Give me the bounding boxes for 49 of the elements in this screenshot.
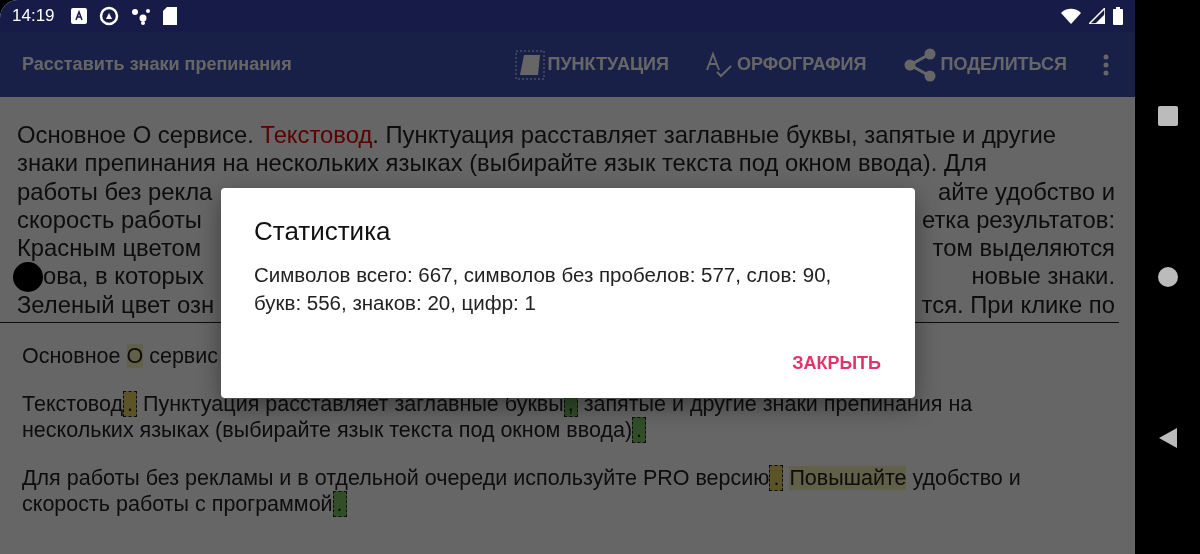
input-text: етка результатов:: [922, 205, 1115, 233]
dots-icon: [130, 7, 151, 25]
dialog-message: Символов всего: 667, символов без пробелов: 577, слов: 90, букв: 556, знаков: 20, цифр: 1: [254, 262, 833, 316]
result-text: запятые и другие знаки препинания на: [583, 392, 973, 416]
result-text: скорость работы с программой: [22, 492, 333, 516]
back-icon[interactable]: [1158, 428, 1177, 448]
sd-card-icon: [162, 7, 177, 25]
result-text: Для работы без рекламы и в отдельной очереди используйте PRO версию: [22, 466, 770, 490]
result-text: Пунктуация расставляет заглавные буквы: [143, 392, 564, 416]
input-text: скорость работы: [17, 205, 202, 235]
input-text: айте удобство и: [938, 177, 1115, 205]
signal-icon: [1089, 8, 1105, 24]
wifi-icon: [1061, 8, 1081, 24]
punctuation-button[interactable]: ПУНКТУАЦИЯ: [515, 49, 669, 80]
result-text: удобство и: [911, 466, 1021, 490]
input-text: Зеленый цвет озн: [17, 290, 215, 320]
input-text: работы без рекла: [17, 177, 213, 206]
input-text: Красным цветом: [17, 234, 202, 263]
status-time: 14:19: [12, 6, 55, 26]
input-text: Основное О сервисе.: [17, 121, 255, 150]
highlight-mark[interactable]: О: [126, 344, 144, 368]
share-button[interactable]: ПОДЕЛИТЬСЯ: [902, 47, 1067, 82]
spellcheck-icon: [704, 49, 735, 80]
error-word: Текстовод: [260, 121, 373, 150]
input-text: том выделяются: [932, 234, 1115, 262]
punctuation-icon: [515, 49, 546, 80]
ring-icon: [98, 6, 119, 26]
result-text: Основное: [22, 344, 122, 368]
dialog-title: Статистика: [254, 216, 391, 247]
input-text: . Пунктуация расставляет заглавные буквы, запятые и другие: [372, 121, 1056, 150]
close-button[interactable]: ЗАКРЫТЬ: [790, 345, 883, 382]
inserted-mark[interactable]: .: [632, 417, 647, 443]
recents-icon[interactable]: [1157, 106, 1178, 126]
result-text: сервис: [148, 344, 219, 368]
home-icon[interactable]: [1156, 266, 1179, 288]
highlight-mark[interactable]: Повышайте: [789, 466, 907, 490]
result-text: нескольких языках (выбирайте язык текста под окном ввода): [22, 418, 633, 442]
inserted-mark[interactable]: .: [332, 491, 347, 517]
input-text: тся. При клике по: [921, 290, 1115, 318]
keyboard-badge-icon: [70, 8, 87, 24]
battery-icon: [1113, 7, 1123, 25]
input-text: новые знаки.: [971, 262, 1115, 290]
input-text: знаки препинания на нескольких языках (выбирайте язык текста под окном ввода). Для: [17, 149, 987, 178]
spelling-button[interactable]: ОРФОГРАФИЯ: [704, 49, 867, 80]
corrected-mark[interactable]: .: [769, 465, 784, 491]
corrected-mark[interactable]: .: [123, 391, 138, 417]
input-text: ова, в которых: [43, 262, 204, 291]
result-text: Текстовод: [22, 392, 124, 416]
app-title: Расставить знаки препинания: [22, 54, 293, 75]
